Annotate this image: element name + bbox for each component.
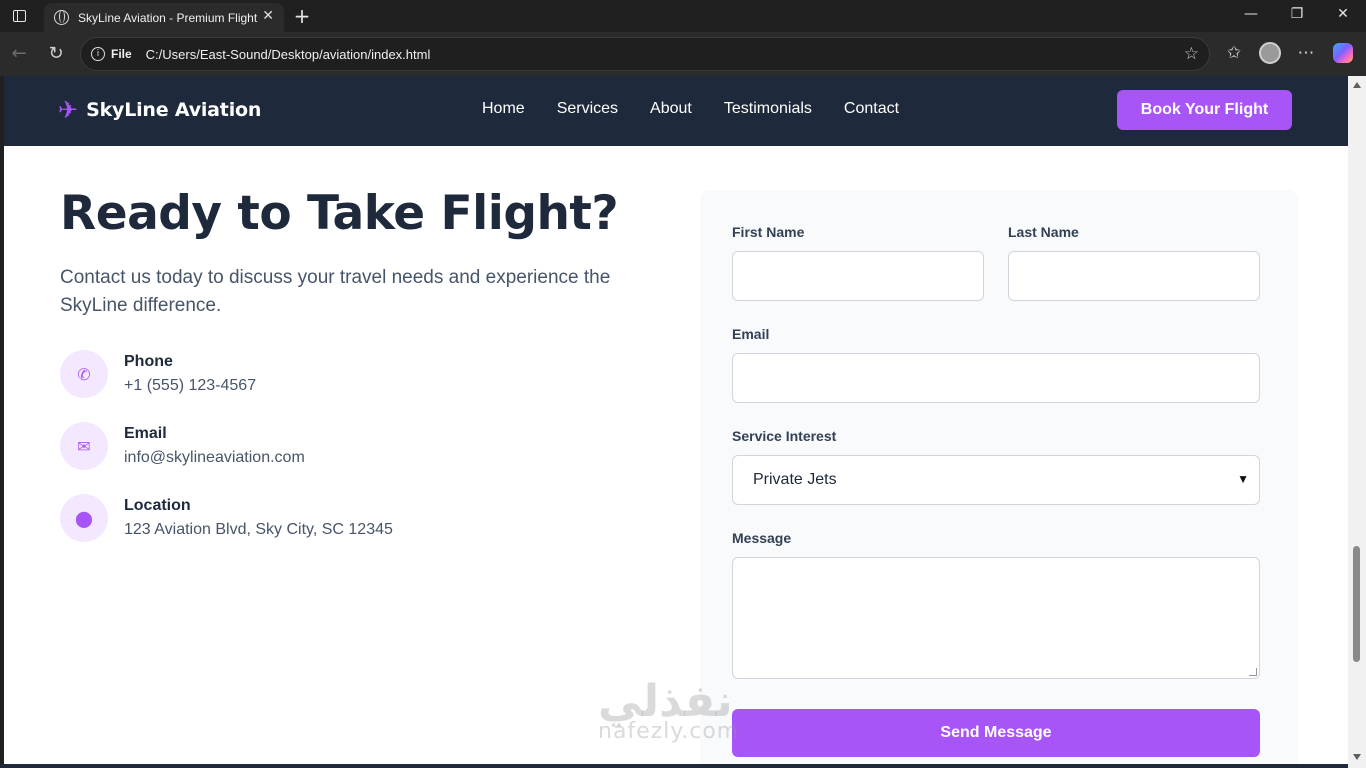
service-select[interactable]: Private Jets ▼ (732, 455, 1260, 505)
favorites-icon[interactable]: ✩ (1222, 43, 1246, 63)
restore-icon[interactable]: ❐ (1282, 6, 1312, 22)
site-header: ✈ SkyLine Aviation Home Services About T… (4, 76, 1348, 146)
last-name-input[interactable] (1008, 251, 1260, 301)
plane-icon: ✈ (58, 96, 79, 124)
browser-tab[interactable]: SkyLine Aviation - Premium Flight ✕ (44, 3, 284, 32)
bottom-edge (0, 764, 1348, 768)
new-tab-icon[interactable]: + (292, 4, 312, 28)
page-viewport: ✈ SkyLine Aviation Home Services About T… (4, 76, 1348, 764)
last-name-label: Last Name (1008, 224, 1079, 240)
email-label: Email (732, 326, 770, 342)
contact-value: 123 Aviation Blvd, Sky City, SC 12345 (124, 521, 393, 538)
address-bar-row: ← ↻ i File C:/Users/East-Sound/Desktop/a… (0, 32, 1366, 76)
address-bar[interactable]: i File C:/Users/East-Sound/Desktop/aviat… (80, 37, 1210, 71)
brand-name: SkyLine Aviation (86, 99, 262, 121)
contact-label: Phone (124, 353, 173, 370)
back-icon[interactable]: ← (6, 42, 32, 66)
scrollbar-thumb[interactable] (1353, 546, 1360, 662)
address-scheme: File (111, 47, 132, 61)
more-menu-icon[interactable]: ⋯ (1294, 43, 1318, 63)
tab-actions-icon[interactable] (8, 6, 30, 26)
page-title: Ready to Take Flight? (60, 186, 619, 241)
message-textarea[interactable] (732, 557, 1260, 679)
first-name-label: First Name (732, 224, 805, 240)
contact-label: Email (124, 425, 167, 442)
phone-icon: ✆ (60, 350, 108, 398)
nav-link-testimonials[interactable]: Testimonials (724, 100, 812, 118)
watermark-latin: nafezly.com (598, 719, 740, 744)
message-label: Message (732, 530, 792, 546)
service-label: Service Interest (732, 428, 837, 444)
favorite-star-icon[interactable]: ☆ (1184, 44, 1199, 64)
profile-avatar[interactable] (1259, 42, 1281, 64)
book-flight-button[interactable]: Book Your Flight (1117, 90, 1292, 130)
globe-icon (54, 10, 69, 25)
send-message-button[interactable]: Send Message (732, 709, 1260, 757)
scroll-down-icon[interactable] (1353, 754, 1361, 760)
contact-item-location: ⬤ Location 123 Aviation Blvd, Sky City, … (60, 494, 393, 542)
close-window-icon[interactable]: ✕ (1328, 6, 1358, 22)
minimize-icon[interactable]: — (1236, 6, 1266, 22)
nav-link-home[interactable]: Home (482, 100, 525, 118)
first-name-input[interactable] (732, 251, 984, 301)
nav-link-contact[interactable]: Contact (844, 100, 899, 118)
nav-link-about[interactable]: About (650, 100, 692, 118)
refresh-icon[interactable]: ↻ (43, 42, 69, 66)
watermark: نفذلي nafezly.com (598, 676, 739, 744)
chevron-down-icon: ▼ (1237, 472, 1249, 486)
contact-lead: Contact us today to discuss your travel … (60, 267, 611, 316)
contact-label: Location (124, 497, 191, 514)
contact-value: info@skylineaviation.com (124, 449, 305, 466)
copilot-icon[interactable] (1333, 43, 1353, 63)
service-selected-value: Private Jets (753, 471, 837, 488)
map-pin-icon: ⬤ (60, 494, 108, 542)
email-input[interactable] (732, 353, 1260, 403)
close-tab-icon[interactable]: ✕ (262, 8, 274, 24)
nav-link-services[interactable]: Services (557, 100, 618, 118)
contact-item-phone: ✆ Phone +1 (555) 123-4567 (60, 350, 256, 398)
vertical-scrollbar[interactable] (1348, 76, 1366, 768)
browser-tab-bar: SkyLine Aviation - Premium Flight ✕ + — … (0, 0, 1366, 32)
contact-item-email: ✉ Email info@skylineaviation.com (60, 422, 305, 470)
address-url[interactable]: C:/Users/East-Sound/Desktop/aviation/ind… (146, 47, 431, 62)
brand-logo[interactable]: ✈ SkyLine Aviation (58, 96, 261, 124)
envelope-icon: ✉ (60, 422, 108, 470)
main-menu: Home Services About Testimonials Contact (482, 100, 899, 118)
tab-title: SkyLine Aviation - Premium Flight (78, 10, 258, 25)
scroll-up-icon[interactable] (1353, 82, 1361, 88)
resize-handle[interactable] (1249, 668, 1257, 676)
info-icon[interactable]: i (91, 47, 105, 61)
contact-value: +1 (555) 123-4567 (124, 377, 257, 394)
